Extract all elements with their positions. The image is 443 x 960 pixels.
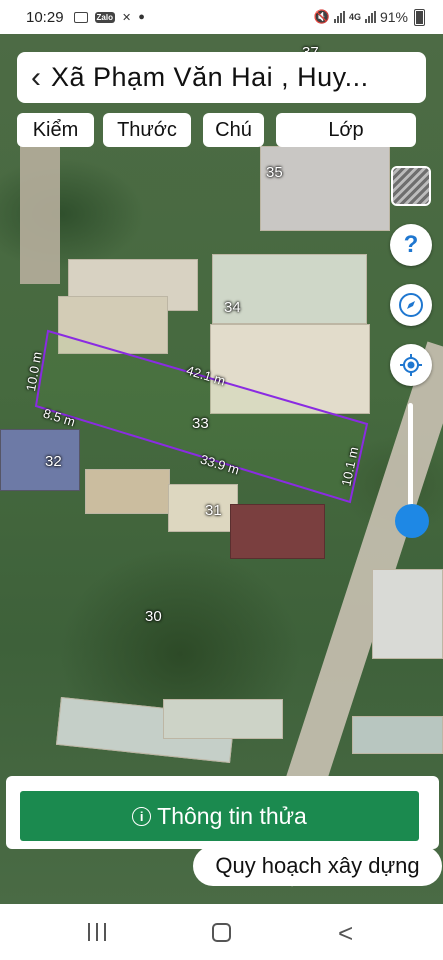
dot-icon: ● <box>138 11 145 23</box>
back-arrow-icon[interactable]: ‹ <box>31 62 41 93</box>
parcel-info-button[interactable]: i Thông tin thửa <box>20 791 419 841</box>
signal-icon <box>333 11 345 23</box>
cross-icon: ✕ <box>122 11 132 24</box>
network-label: 4G <box>348 12 361 22</box>
help-icon[interactable]: ? <box>390 224 432 266</box>
recent-apps-icon[interactable] <box>88 923 106 941</box>
zoom-slider-thumb[interactable] <box>395 504 429 538</box>
home-icon[interactable] <box>212 923 231 942</box>
tab-kiem[interactable]: Kiểm <box>17 113 94 147</box>
status-bar: 10:29 Zalo ✕ ● 🔇 4G 91% <box>0 0 443 34</box>
zalo-icon: Zalo <box>94 11 115 23</box>
battery-percent: 91% <box>379 9 408 25</box>
signal-icon-2 <box>364 11 376 23</box>
parcel-info-label: Thông tin thửa <box>157 802 307 829</box>
battery-icon <box>414 8 425 26</box>
parcel-label-31: 31 <box>205 502 222 519</box>
my-location-icon[interactable] <box>390 344 432 386</box>
layers-icon[interactable] <box>391 166 431 206</box>
construction-planning-button[interactable]: Quy hoạch xây dựng <box>193 846 442 886</box>
tab-thuoc[interactable]: Thước <box>103 113 191 147</box>
status-time: 10:29 <box>26 8 64 26</box>
nav-back-icon[interactable]: < <box>338 920 353 946</box>
mute-icon: 🔇 <box>313 9 330 24</box>
tab-chu[interactable]: Chú <box>203 113 264 147</box>
location-svg <box>400 354 422 376</box>
image-icon <box>73 11 88 23</box>
parcel-label-32: 32 <box>45 453 62 470</box>
status-right: 🔇 4G 91% <box>313 8 425 26</box>
info-icon: i <box>132 806 152 826</box>
parcel-label-35: 35 <box>266 164 283 181</box>
title-bar: ‹ Xã Phạm Văn Hai , Huy... <box>17 52 426 103</box>
tab-lop[interactable]: Lớp <box>276 113 416 147</box>
parcel-label-34: 34 <box>224 299 241 316</box>
satellite-map[interactable]: 37 35 34 33 32 31 30 42.1 m 10.0 m 8.5 m… <box>0 34 443 904</box>
parcel-label-30: 30 <box>145 608 162 625</box>
compass-svg <box>399 293 423 317</box>
parcel-label-33[interactable]: 33 <box>192 415 209 432</box>
page-title: Xã Phạm Văn Hai , Huy... <box>51 62 369 92</box>
compass-icon[interactable] <box>390 284 432 326</box>
